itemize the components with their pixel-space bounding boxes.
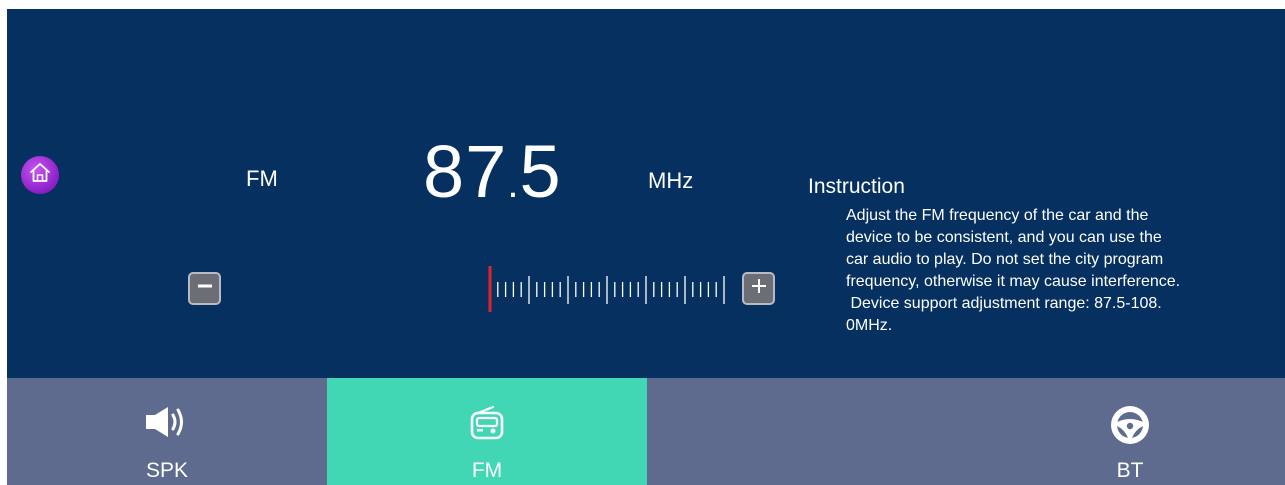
instruction-line: Device support adjustment range: 87.5-10… — [846, 295, 1162, 312]
instruction-line: frequency, otherwise it may cause interf… — [846, 273, 1181, 290]
frequency-up-button[interactable] — [742, 272, 775, 305]
instruction-line: device to be consistent, and you can use… — [846, 229, 1162, 246]
instruction-title: Instruction — [808, 175, 905, 198]
speaker-icon — [144, 404, 190, 445]
tab-spk[interactable]: SPK — [7, 378, 327, 485]
frequency-decimal: 5 — [519, 130, 562, 213]
tab-bt-label: BT — [1116, 459, 1144, 482]
band-label: FM — [246, 166, 278, 191]
instruction-line: car audio to play. Do not set the city p… — [846, 251, 1164, 268]
instruction-line: 0MHz. — [846, 317, 893, 334]
frequency-unit: MHz — [648, 168, 694, 193]
tab-fm-label: FM — [471, 459, 503, 482]
frequency-tuner-scale[interactable] — [475, 264, 725, 314]
tab-spk-label: SPK — [145, 459, 189, 482]
plus-icon — [750, 277, 768, 300]
tab-bt[interactable]: BT — [647, 378, 1285, 485]
frequency-dot: . — [507, 162, 520, 206]
bottom-tab-bar: SPK FM BT — [7, 378, 1285, 485]
instruction-text: Adjust the FM frequency of the car and t… — [846, 205, 1266, 337]
tab-fm[interactable]: FM — [327, 378, 647, 485]
tuner-ticks — [488, 266, 725, 312]
instruction-line: Adjust the FM frequency of the car and t… — [846, 207, 1149, 224]
steering-wheel-icon — [1109, 404, 1151, 451]
frequency-integer: 87 — [423, 130, 508, 213]
frequency-display: 87.5 — [423, 127, 562, 229]
frequency-down-button[interactable] — [188, 272, 221, 305]
radio-icon — [469, 404, 505, 447]
home-button[interactable] — [21, 156, 59, 194]
home-icon — [28, 161, 52, 190]
minus-icon — [196, 277, 214, 300]
fm-transmitter-screen: FM 87.5 MHz Instruction Adjust the FM fr… — [7, 9, 1285, 485]
main-panel: FM 87.5 MHz Instruction Adjust the FM fr… — [7, 9, 1285, 378]
